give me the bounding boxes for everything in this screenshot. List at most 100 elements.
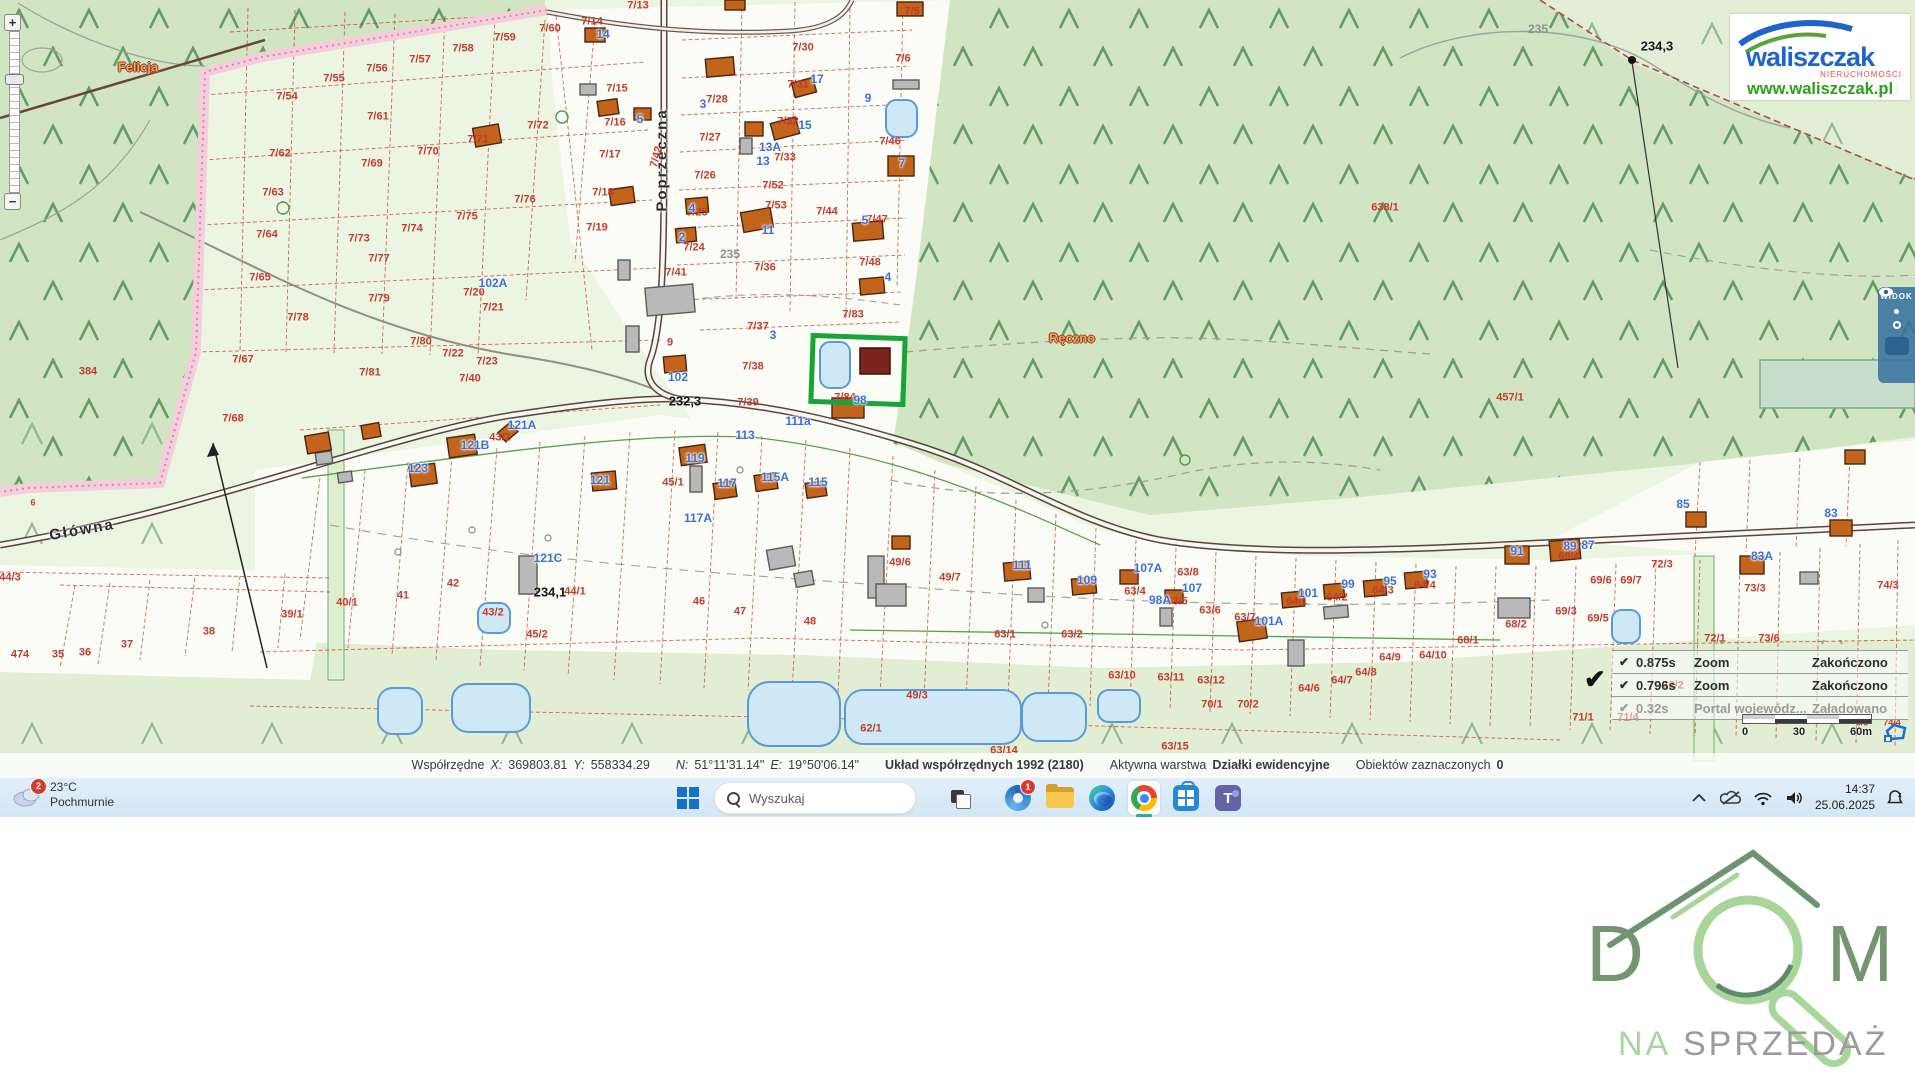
- status-check: ✔: [1612, 655, 1636, 669]
- volume-icon[interactable]: [1783, 784, 1807, 812]
- building: [1845, 450, 1865, 464]
- weather-condition: Pochmurnie: [50, 795, 114, 810]
- teams-button[interactable]: T: [1212, 781, 1244, 815]
- pond: [1098, 690, 1140, 722]
- watermark-tagline: NIERUCHOMOŚCI: [1820, 70, 1902, 79]
- building: [893, 80, 919, 89]
- building: [663, 355, 686, 373]
- building: [805, 481, 827, 499]
- scale-label: 30: [1793, 726, 1805, 738]
- notifications-app-button[interactable]: 1: [1002, 781, 1034, 815]
- y-label: Y:: [573, 758, 584, 772]
- status-action: Zoom: [1694, 655, 1812, 670]
- building: [679, 444, 707, 465]
- building: [725, 0, 745, 10]
- building: [766, 546, 795, 570]
- eye-icon[interactable]: [1885, 337, 1909, 355]
- building: [1160, 608, 1172, 626]
- pond: [820, 342, 850, 388]
- map-canvas[interactable]: GłównaPoprzecznaFelicjaRęczno234,3232,32…: [0, 0, 1915, 777]
- clock-time: 14:37: [1815, 782, 1875, 798]
- building: [876, 584, 906, 606]
- task-view-button[interactable]: [944, 781, 976, 815]
- building: [447, 434, 478, 458]
- building: [315, 451, 333, 465]
- building: [740, 208, 773, 233]
- building: [1498, 598, 1530, 618]
- building: [1404, 571, 1427, 589]
- scale-label: 60m: [1850, 726, 1872, 738]
- weather-temp: 23°C: [50, 780, 114, 795]
- store-icon: [1173, 785, 1199, 811]
- pond: [845, 690, 1021, 744]
- check-icon: ✔: [1584, 664, 1606, 695]
- building: [892, 536, 910, 549]
- footer-area: D M NA SPRZEDAŻ: [0, 817, 1915, 1080]
- pond: [1022, 693, 1086, 741]
- status-check: ✔: [1612, 701, 1636, 715]
- building: [852, 221, 883, 242]
- taskbar: 2 23°C Pochmurnie Wyszukaj 1: [0, 777, 1915, 818]
- building: [675, 227, 696, 243]
- building: [1165, 590, 1183, 603]
- view-panel-tab[interactable]: WIDOK: [1878, 287, 1915, 383]
- survey-point: [1628, 56, 1636, 64]
- building: [645, 284, 695, 316]
- pond: [748, 682, 840, 746]
- edge-button[interactable]: [1086, 781, 1118, 815]
- zoom-out-button[interactable]: −: [4, 193, 21, 210]
- logo-sprzedaz: SPRZEDAŻ: [1683, 1025, 1888, 1063]
- pond: [1612, 610, 1640, 643]
- building: [1237, 618, 1268, 642]
- map-zoom-control: + −: [4, 14, 24, 210]
- folder-icon: [1046, 787, 1074, 809]
- clock-date: 25.06.2025: [1815, 798, 1875, 814]
- wifi-icon[interactable]: [1751, 784, 1775, 812]
- loading-status-row: ✔0.796sZoomZakończono: [1612, 674, 1908, 697]
- start-button[interactable]: [672, 781, 704, 815]
- crs-value: Układ współrzędnych 1992 (2180): [885, 758, 1084, 772]
- n-value: 51°11'31.14": [694, 758, 764, 772]
- status-status: Zakończono: [1812, 655, 1908, 670]
- search-input[interactable]: Wyszukaj: [714, 782, 916, 814]
- loading-status-overlay: ✔ ✔0.875sZoomZakończono✔0.796sZoomZakońc…: [1612, 650, 1908, 720]
- building: [609, 186, 635, 205]
- building: [473, 124, 502, 147]
- scale-label: 0: [1742, 726, 1748, 738]
- file-explorer-button[interactable]: [1044, 781, 1076, 815]
- e-value: 19°50'06.14": [788, 758, 859, 772]
- zoom-in-button[interactable]: +: [4, 14, 21, 31]
- building: [888, 156, 914, 176]
- notification-bell-icon[interactable]: z: [1883, 784, 1907, 812]
- desktop-screen: GłównaPoprzecznaFelicjaRęczno234,3232,32…: [0, 0, 1915, 1080]
- green-strip: [328, 430, 344, 680]
- watermark-url: www.waliszczak.pl: [1746, 80, 1893, 98]
- building: [1003, 561, 1030, 581]
- agency-watermark: waliszczak NIERUCHOMOŚCI www.waliszczak.…: [1730, 14, 1910, 100]
- weather-widget[interactable]: 2 23°C Pochmurnie: [10, 780, 114, 810]
- building: [585, 28, 605, 42]
- zoom-slider-track[interactable]: [9, 31, 20, 193]
- building: [337, 471, 352, 483]
- tray-chevron-up[interactable]: [1687, 784, 1711, 812]
- zoom-slider-handle[interactable]: [5, 74, 24, 85]
- building: [1830, 520, 1852, 536]
- microsoft-store-button[interactable]: [1170, 781, 1202, 815]
- dom-na-sprzedaz-logo: D M NA SPRZEDAŻ: [1455, 845, 1915, 1080]
- map-scale-bar: 0 30 60m: [1742, 714, 1872, 738]
- building: [591, 471, 616, 491]
- pond: [452, 684, 530, 732]
- building: [1800, 572, 1818, 584]
- taskbar-clock[interactable]: 14:37 25.06.2025: [1815, 782, 1875, 813]
- building: [794, 571, 814, 588]
- x-value: 369803.81: [508, 758, 567, 772]
- building: [754, 473, 778, 492]
- search-placeholder: Wyszukaj: [749, 791, 805, 806]
- coordinates-status-bar: Współrzędne X: 369803.81 Y: 558334.29 N:…: [0, 753, 1915, 777]
- logo-magnifier-ring: [1698, 900, 1798, 1000]
- status-check: ✔: [1612, 678, 1636, 692]
- chrome-button-active[interactable]: [1128, 781, 1160, 815]
- notification-badge: 1: [1020, 779, 1036, 795]
- onedrive-paused-icon[interactable]: [1719, 784, 1743, 812]
- building: [740, 138, 752, 154]
